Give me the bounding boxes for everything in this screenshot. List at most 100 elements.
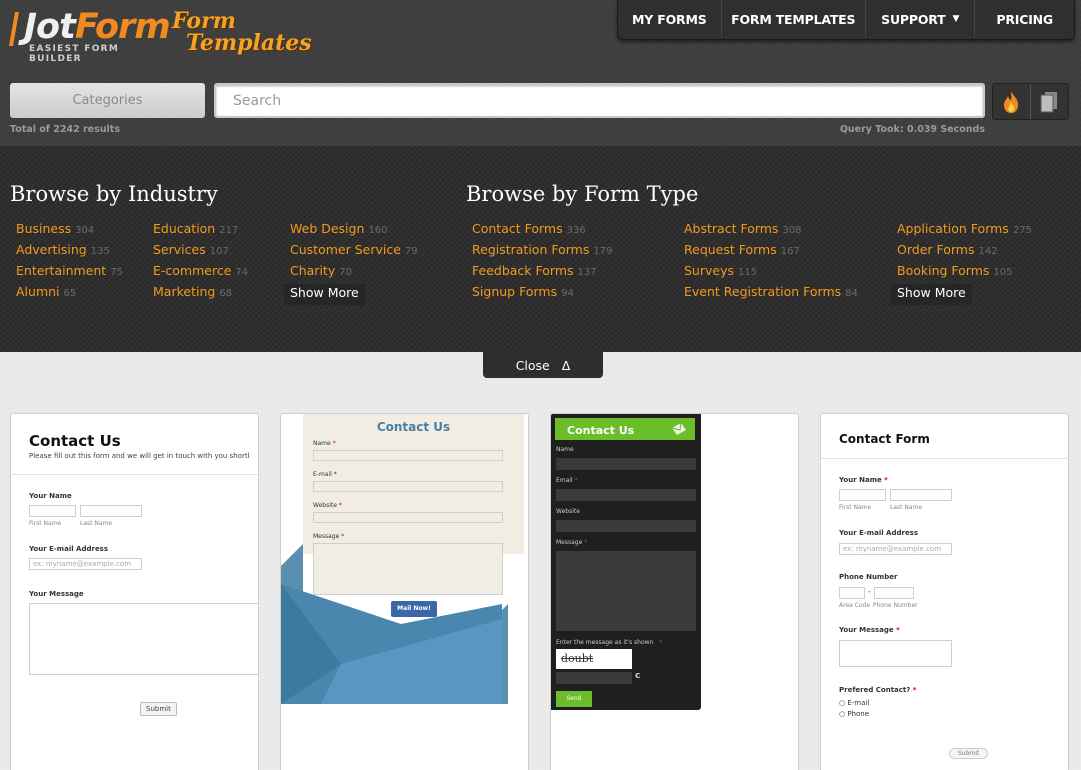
- email-field: ex: myname@example.com: [29, 558, 142, 570]
- browse-form-type-title: Browse by Form Type: [466, 182, 699, 206]
- category-link[interactable]: Registration Forms 179: [472, 242, 612, 263]
- last-name-sublabel: Last Name: [80, 520, 113, 527]
- categories-button[interactable]: Categories: [10, 83, 205, 118]
- category-link[interactable]: Request Forms 167: [684, 242, 858, 263]
- top-nav: MY FORMS FORM TEMPLATES SUPPORT ▼ PRICING: [617, 0, 1075, 40]
- area-code-field: [839, 587, 865, 599]
- category-link[interactable]: Abstract Forms 308: [684, 221, 858, 242]
- name-label: Name *: [313, 440, 336, 447]
- category-link[interactable]: Event Registration Forms 84: [684, 284, 858, 305]
- category-link[interactable]: Alumni 65: [16, 284, 123, 305]
- name-label: Your Name: [29, 492, 72, 500]
- logo-jot: Jot: [24, 7, 76, 47]
- categories-button-label: Categories: [72, 93, 143, 108]
- logo-wordmark: JotForm: [24, 6, 171, 48]
- category-link[interactable]: E-commerce 74: [153, 263, 248, 284]
- name-field: [556, 458, 696, 470]
- email-field: ex: myname@example.com: [839, 543, 952, 555]
- template-card-contact-form[interactable]: Contact Form Your Name * First Name Last…: [820, 413, 1069, 770]
- logo-accent-bar: [9, 12, 19, 46]
- search-box: [214, 83, 985, 118]
- category-link[interactable]: Marketing 68: [153, 284, 248, 305]
- submit-button-preview: Submit: [949, 748, 989, 759]
- card-divider: [821, 458, 1068, 459]
- first-name-field: [839, 489, 886, 501]
- chevron-down-icon: ▼: [952, 14, 960, 24]
- template-grid: Contact Us Please fill out this form and…: [0, 378, 1081, 770]
- nav-my-forms-label: MY FORMS: [632, 11, 707, 27]
- card-title: Contact Us: [376, 420, 451, 434]
- website-field: [313, 512, 503, 523]
- template-card-contact-us-2[interactable]: Contact Us Name * E-mail * Website * Mes…: [280, 413, 529, 770]
- nav-support[interactable]: SUPPORT ▼: [866, 0, 976, 38]
- category-link[interactable]: Order Forms 142: [897, 242, 1032, 263]
- industry-column-3: Web Design 160 Customer Service 79 Charity…: [284, 221, 418, 305]
- nav-form-templates[interactable]: FORM TEMPLATES: [722, 0, 866, 38]
- nav-my-forms[interactable]: MY FORMS: [618, 0, 722, 38]
- category-link[interactable]: Feedback Forms 137: [472, 263, 612, 284]
- captcha-field: [556, 672, 632, 684]
- first-name-field: [29, 505, 76, 517]
- nav-pricing[interactable]: PRICING: [975, 0, 1074, 38]
- send-button-preview: Send: [556, 691, 592, 707]
- message-label: Your Message *: [839, 626, 900, 634]
- template-card-contact-us-1[interactable]: Contact Us Please fill out this form and…: [10, 413, 259, 770]
- query-time: Query Took: 0.039 Seconds: [839, 124, 985, 135]
- area-code-sublabel: Area Code: [839, 602, 871, 609]
- industry-column-2: Education 217 Services 107 E-commerce 74 Ma…: [153, 221, 248, 305]
- category-link[interactable]: Advertising 135: [16, 242, 123, 263]
- form-templates-logo[interactable]: Form Templates: [168, 8, 312, 60]
- card-subtitle: Please fill out this form and we will ge…: [29, 452, 250, 460]
- captcha-image: doubt: [556, 649, 632, 669]
- total-suffix: results: [79, 124, 120, 135]
- recent-button[interactable]: [1031, 84, 1069, 119]
- phone-sublabel: Phone Number: [873, 602, 918, 609]
- popular-button[interactable]: [993, 84, 1031, 119]
- category-link[interactable]: Education 217: [153, 221, 248, 242]
- form-type-show-more[interactable]: Show More: [891, 284, 972, 305]
- pages-icon: [1040, 91, 1058, 112]
- logo-tagline: EASIEST FORM BUILDER: [29, 44, 120, 64]
- close-browse-button[interactable]: Close Δ: [483, 352, 603, 378]
- form-type-column-1: Contact Forms 336 Registration Forms 179 F…: [472, 221, 612, 305]
- category-link[interactable]: Signup Forms 94: [472, 284, 612, 305]
- card-divider: [11, 474, 258, 475]
- category-link[interactable]: Booking Forms 105: [897, 263, 1032, 284]
- category-link[interactable]: Services 107: [153, 242, 248, 263]
- logo-form: Form: [74, 7, 171, 47]
- total-results: Total of 2242 results: [10, 124, 120, 135]
- collapse-icon: Δ: [561, 357, 571, 373]
- browse-panel: Browse by Industry Browse by Form Type B…: [0, 146, 1081, 352]
- template-card-contact-us-3[interactable]: Contact Us Name Email * Website Message …: [550, 413, 799, 770]
- message-label: Your Message: [29, 590, 84, 598]
- category-link[interactable]: Surveys 115: [684, 263, 858, 284]
- category-link[interactable]: Web Design 160: [290, 221, 418, 242]
- last-name-field: [80, 505, 142, 517]
- category-link[interactable]: Business 304: [16, 221, 123, 242]
- total-count: 2242: [53, 124, 80, 135]
- industry-column-1: Business 304 Advertising 135 Entertainment…: [16, 221, 123, 305]
- category-link[interactable]: Charity 70: [290, 263, 418, 284]
- nav-support-label: SUPPORT: [881, 11, 946, 27]
- search-input[interactable]: [216, 85, 983, 116]
- category-link[interactable]: Customer Service 79: [290, 242, 418, 263]
- website-label: Website *: [313, 502, 342, 509]
- category-link[interactable]: Entertainment 75: [16, 263, 123, 284]
- email-field: [313, 481, 503, 492]
- message-field: [556, 551, 696, 631]
- jotform-logo[interactable]: JotForm EASIEST FORM BUILDER: [9, 6, 171, 64]
- submit-button-preview: Submit: [140, 702, 177, 716]
- browse-industry-title: Browse by Industry: [10, 182, 218, 206]
- industry-show-more[interactable]: Show More: [284, 284, 365, 305]
- category-link[interactable]: Contact Forms 336: [472, 221, 612, 242]
- website-field: [556, 520, 696, 532]
- message-label: Message *: [556, 539, 588, 546]
- form-type-column-3: Application Forms 275 Order Forms 142 Book…: [891, 221, 1032, 305]
- view-toggle-group: [992, 83, 1069, 120]
- first-name-sublabel: First Name: [839, 504, 872, 511]
- category-link[interactable]: Application Forms 275: [897, 221, 1032, 242]
- search-row: Categories: [0, 82, 1081, 122]
- refresh-icon: c: [635, 671, 641, 681]
- phone-label: Phone Number: [839, 573, 898, 581]
- phone-dash: -: [868, 587, 871, 596]
